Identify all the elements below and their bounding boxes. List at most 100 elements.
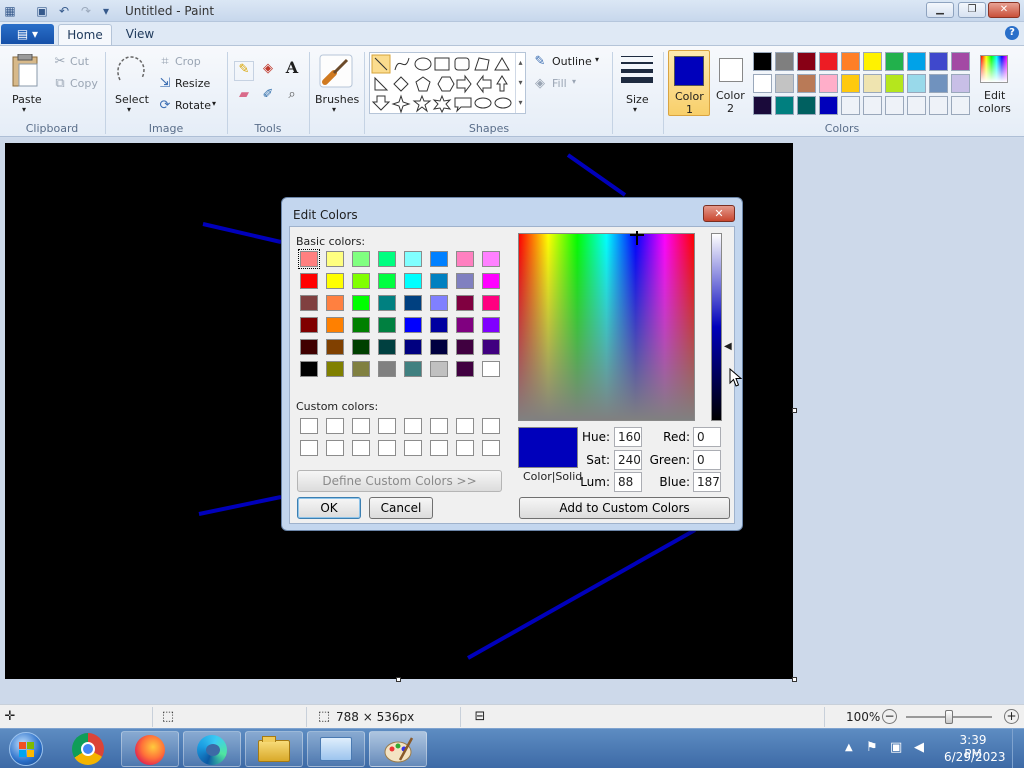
palette-swatch[interactable] [819, 74, 838, 93]
show-desktop-button[interactable] [1012, 729, 1024, 768]
taskbar-paint-icon[interactable] [369, 731, 427, 767]
taskbar-chrome-icon[interactable] [72, 733, 104, 765]
rotate-button[interactable]: Rotate [175, 99, 211, 112]
help-icon[interactable]: ? [1005, 26, 1019, 40]
color-picker-icon[interactable]: ✐ [258, 87, 278, 107]
basic-color-swatch[interactable] [378, 317, 396, 333]
palette-swatch[interactable] [797, 96, 816, 115]
color2-button[interactable]: Color 2 [712, 50, 750, 116]
network-icon[interactable]: ▣ [890, 740, 902, 755]
palette-swatch[interactable] [951, 96, 970, 115]
basic-color-swatch[interactable] [300, 295, 318, 311]
custom-color-slot[interactable] [300, 440, 318, 456]
resize-handle-bottom[interactable] [396, 677, 401, 682]
basic-color-swatch[interactable] [456, 339, 474, 355]
palette-swatch[interactable] [841, 52, 860, 71]
palette-swatch[interactable] [841, 74, 860, 93]
palette-swatch[interactable] [863, 52, 882, 71]
basic-color-swatch[interactable] [430, 317, 448, 333]
basic-color-swatch[interactable] [378, 251, 396, 267]
palette-swatch[interactable] [863, 96, 882, 115]
custom-color-slot[interactable] [482, 418, 500, 434]
custom-color-slot[interactable] [456, 440, 474, 456]
color1-button[interactable]: Color 1 [668, 50, 710, 116]
hue-field[interactable]: 160 [614, 427, 642, 447]
basic-color-swatch[interactable] [482, 295, 500, 311]
custom-color-slot[interactable] [378, 440, 396, 456]
basic-color-swatch[interactable] [404, 295, 422, 311]
cancel-button[interactable]: Cancel [369, 497, 433, 519]
zoom-out-button[interactable]: − [882, 709, 897, 724]
palette-swatch[interactable] [929, 96, 948, 115]
cut-button[interactable]: Cut [70, 55, 89, 68]
luminance-slider[interactable] [711, 233, 722, 421]
dialog-close-button[interactable]: ✕ [703, 205, 735, 222]
palette-swatch[interactable] [907, 52, 926, 71]
palette-swatch[interactable] [907, 74, 926, 93]
taskbar-firefox-icon[interactable] [121, 731, 179, 767]
basic-color-swatch[interactable] [404, 361, 422, 377]
palette-swatch[interactable] [885, 96, 904, 115]
basic-color-swatch[interactable] [430, 361, 448, 377]
custom-color-slot[interactable] [326, 440, 344, 456]
green-field[interactable]: 0 [693, 450, 721, 470]
basic-color-swatch[interactable] [300, 339, 318, 355]
brushes-button[interactable]: Brushes ▾ [313, 50, 359, 116]
basic-color-swatch[interactable] [482, 251, 500, 267]
define-custom-colors-button[interactable]: Define Custom Colors >> [297, 470, 502, 492]
zoom-in-button[interactable]: + [1004, 709, 1019, 724]
palette-swatch[interactable] [951, 74, 970, 93]
basic-color-swatch[interactable] [482, 339, 500, 355]
shapes-gallery[interactable]: ▴ ▾ ▾ [369, 52, 526, 114]
tab-home[interactable]: Home [58, 24, 112, 46]
basic-color-swatch[interactable] [456, 273, 474, 289]
basic-color-swatch[interactable] [352, 339, 370, 355]
redo-icon[interactable]: ↷ [78, 3, 94, 19]
basic-color-swatch[interactable] [456, 251, 474, 267]
basic-color-swatch[interactable] [352, 295, 370, 311]
custom-color-slot[interactable] [378, 418, 396, 434]
palette-swatch[interactable] [797, 74, 816, 93]
select-button[interactable]: Select ▾ [110, 50, 150, 116]
volume-icon[interactable]: ◀ [914, 740, 924, 755]
basic-color-swatch[interactable] [326, 251, 344, 267]
palette-swatch[interactable] [819, 96, 838, 115]
zoom-slider-thumb[interactable] [945, 710, 953, 724]
text-tool-icon[interactable]: A [282, 60, 302, 80]
basic-color-swatch[interactable] [300, 273, 318, 289]
taskbar-edge-icon[interactable] [183, 731, 241, 767]
basic-color-swatch[interactable] [378, 361, 396, 377]
palette-swatch[interactable] [951, 52, 970, 71]
basic-color-swatch[interactable] [298, 249, 320, 269]
custom-color-slot[interactable] [352, 418, 370, 434]
lum-field[interactable]: 88 [614, 472, 642, 492]
pencil-icon[interactable]: ✎ [234, 61, 254, 81]
customize-quick-access-icon[interactable]: ▾ [98, 3, 114, 19]
sat-field[interactable]: 240 [614, 450, 642, 470]
basic-color-swatch[interactable] [326, 317, 344, 333]
fill-bucket-icon[interactable]: ◈ [258, 61, 278, 81]
basic-color-swatch[interactable] [430, 273, 448, 289]
action-center-icon[interactable]: ⚑ [866, 740, 878, 755]
close-button[interactable]: ✕ [988, 2, 1020, 18]
size-button[interactable]: Size ▾ [616, 50, 658, 116]
luminance-pointer-icon[interactable]: ◀ [724, 342, 732, 352]
basic-color-swatch[interactable] [404, 273, 422, 289]
basic-color-swatch[interactable] [430, 339, 448, 355]
basic-color-swatch[interactable] [378, 273, 396, 289]
custom-color-slot[interactable] [326, 418, 344, 434]
custom-color-slot[interactable] [456, 418, 474, 434]
basic-color-swatch[interactable] [300, 361, 318, 377]
basic-color-swatch[interactable] [378, 295, 396, 311]
outline-button[interactable]: Outline [552, 55, 592, 68]
basic-color-swatch[interactable] [430, 295, 448, 311]
palette-swatch[interactable] [775, 96, 794, 115]
minimize-button[interactable]: ▁ [926, 2, 954, 18]
tab-view[interactable]: View [118, 24, 162, 46]
custom-color-slot[interactable] [352, 440, 370, 456]
basic-color-swatch[interactable] [430, 251, 448, 267]
custom-color-slot[interactable] [482, 440, 500, 456]
basic-color-swatch[interactable] [300, 317, 318, 333]
basic-color-swatch[interactable] [352, 361, 370, 377]
basic-color-swatch[interactable] [326, 361, 344, 377]
